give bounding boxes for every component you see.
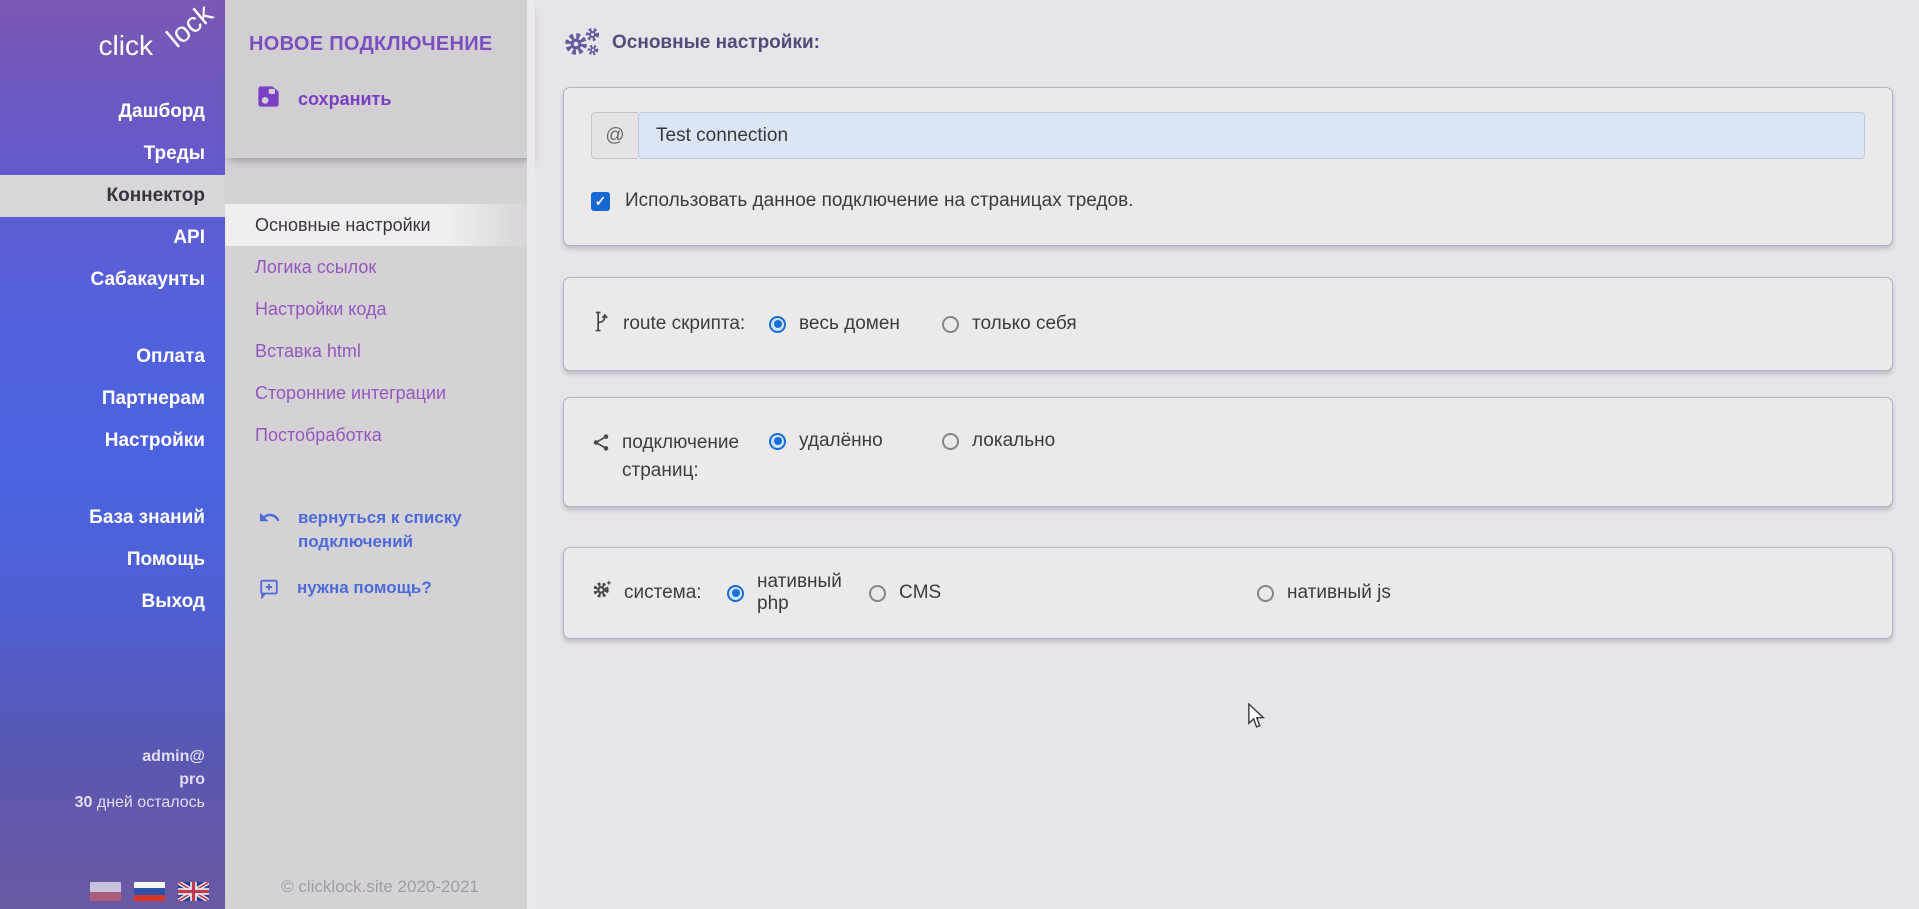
save-button-label: сохранить xyxy=(298,89,391,110)
radio-whole-domain[interactable]: весь домен xyxy=(769,313,942,335)
panel-title: НОВОЕ ПОДКЛЮЧЕНИЕ xyxy=(225,0,535,56)
radio-native-php-label: нативный php xyxy=(757,571,869,615)
connection-name-group: @ xyxy=(591,112,1865,159)
radio-local-label: локально xyxy=(972,430,1055,452)
uk-flag-icon[interactable] xyxy=(178,882,209,901)
route-script-label-group: route скрипта: xyxy=(591,307,769,342)
radio-whole-domain-label: весь домен xyxy=(799,313,900,335)
back-link-label: вернуться к списку подключений xyxy=(298,506,463,554)
menu-item-code-settings[interactable]: Настройки кода xyxy=(225,288,535,330)
user-info: admin@ pro 30 дней осталось xyxy=(0,745,225,814)
gears-icon xyxy=(563,27,599,59)
radio-remote-label: удалённо xyxy=(799,430,883,452)
clicklock-logo[interactable]: click lock xyxy=(0,0,225,91)
sidebar-item-dashboard[interactable]: Дашборд xyxy=(0,91,225,133)
panel-header: НОВОЕ ПОДКЛЮЧЕНИЕ сохранить xyxy=(225,0,535,158)
sidebar-item-threads[interactable]: Треды xyxy=(0,133,225,175)
radio-off-icon xyxy=(869,585,886,602)
menu-item-third-party[interactable]: Сторонние интеграции xyxy=(225,372,535,414)
sidebar-item-api[interactable]: API xyxy=(0,217,225,259)
app-window: click lock Дашборд Треды Коннектор API С… xyxy=(0,0,1919,909)
sidebar-item-help[interactable]: Помощь xyxy=(0,539,225,581)
route-fork-icon xyxy=(591,310,612,342)
radio-off-icon xyxy=(942,433,959,450)
radio-on-icon xyxy=(769,433,786,450)
need-help-link[interactable]: нужна помощь? xyxy=(225,576,535,606)
menu-item-postprocessing[interactable]: Постобработка xyxy=(225,414,535,456)
pages-connection-card: подключение страниц: удалённо локально xyxy=(563,397,1893,507)
sidebar-item-partners[interactable]: Партнерам xyxy=(0,378,225,420)
radio-on-icon xyxy=(727,585,744,602)
sidebar-item-settings[interactable]: Настройки xyxy=(0,420,225,462)
radio-only-self[interactable]: только себя xyxy=(942,313,1077,335)
radio-cms[interactable]: CMS xyxy=(869,582,1257,604)
radio-native-js-label: нативный js xyxy=(1287,582,1391,604)
sidebar-item-payment[interactable]: Оплата xyxy=(0,336,225,378)
connection-name-card: @ ✓ Использовать данное подключение на с… xyxy=(563,87,1893,246)
at-prefix: @ xyxy=(591,112,638,159)
sidebar: click lock Дашборд Треды Коннектор API С… xyxy=(0,0,225,909)
use-on-threads-label: Использовать данное подключение на стран… xyxy=(625,190,1133,212)
help-bubble-plus-icon xyxy=(258,577,280,606)
section-title: Основные настройки: xyxy=(612,32,820,54)
radio-native-js[interactable]: нативный js xyxy=(1257,582,1391,604)
route-script-card: route скрипта: весь домен только себя xyxy=(563,277,1893,371)
radio-off-icon xyxy=(942,316,959,333)
menu-item-link-logic[interactable]: Логика ссылок xyxy=(225,246,535,288)
system-card: система: нативный php CMS нативный js xyxy=(563,547,1893,639)
panel-links: вернуться к списку подключений нужна пом… xyxy=(225,506,535,606)
radio-off-icon xyxy=(1257,585,1274,602)
sidebar-item-logout[interactable]: Выход xyxy=(0,581,225,623)
poland-flag-icon[interactable] xyxy=(90,882,121,901)
sidebar-nav: Дашборд Треды Коннектор API Сабакаунты О… xyxy=(0,91,225,623)
panel-menu: Основные настройки Логика ссылок Настрой… xyxy=(225,204,535,456)
pages-connection-label-group: подключение страниц: xyxy=(591,429,769,485)
user-plan: pro xyxy=(0,768,205,791)
radio-local[interactable]: локально xyxy=(942,430,1055,452)
user-days-left: 30 дней осталось xyxy=(0,791,205,814)
menu-item-html-insert[interactable]: Вставка html xyxy=(225,330,535,372)
system-label-group: система: xyxy=(591,578,727,609)
use-on-threads-checkbox[interactable]: ✓ xyxy=(591,192,610,211)
save-icon xyxy=(255,83,282,115)
share-icon xyxy=(591,432,611,462)
copyright-footer: © clicklock.site 2020-2021 xyxy=(225,877,535,897)
radio-remote[interactable]: удалённо xyxy=(769,430,942,452)
section-header: Основные настройки: xyxy=(563,26,1893,60)
help-link-label: нужна помощь? xyxy=(297,576,432,600)
use-on-threads-row: ✓ Использовать данное подключение на стр… xyxy=(591,190,1865,212)
undo-arrow-icon xyxy=(258,508,281,534)
sidebar-item-subaccounts[interactable]: Сабакаунты xyxy=(0,259,225,301)
back-to-connections-link[interactable]: вернуться к списку подключений xyxy=(225,506,535,554)
gear-suggest-icon xyxy=(591,578,613,609)
route-script-label: route скрипта: xyxy=(623,310,745,338)
sidebar-item-knowledge-base[interactable]: База знаний xyxy=(0,497,225,539)
connection-name-input[interactable] xyxy=(638,112,1865,159)
language-switcher xyxy=(90,882,209,901)
user-email: admin@ xyxy=(0,745,205,768)
radio-on-icon xyxy=(769,316,786,333)
logo-text-click: click xyxy=(99,30,153,62)
pages-connection-label: подключение страниц: xyxy=(622,429,769,485)
menu-item-basic-settings[interactable]: Основные настройки xyxy=(225,204,535,246)
save-button[interactable]: сохранить xyxy=(255,83,535,115)
main-content: Основные настройки: @ ✓ Использовать дан… xyxy=(535,0,1919,909)
radio-only-self-label: только себя xyxy=(972,313,1077,335)
system-label: система: xyxy=(624,579,702,607)
sidebar-item-connector[interactable]: Коннектор xyxy=(0,175,225,217)
radio-native-php[interactable]: нативный php xyxy=(727,571,869,615)
russia-flag-icon[interactable] xyxy=(134,882,165,901)
connection-panel: НОВОЕ ПОДКЛЮЧЕНИЕ сохранить Основные нас… xyxy=(225,0,535,909)
logo-text-lock: lock xyxy=(161,0,220,54)
radio-cms-label: CMS xyxy=(899,582,941,604)
